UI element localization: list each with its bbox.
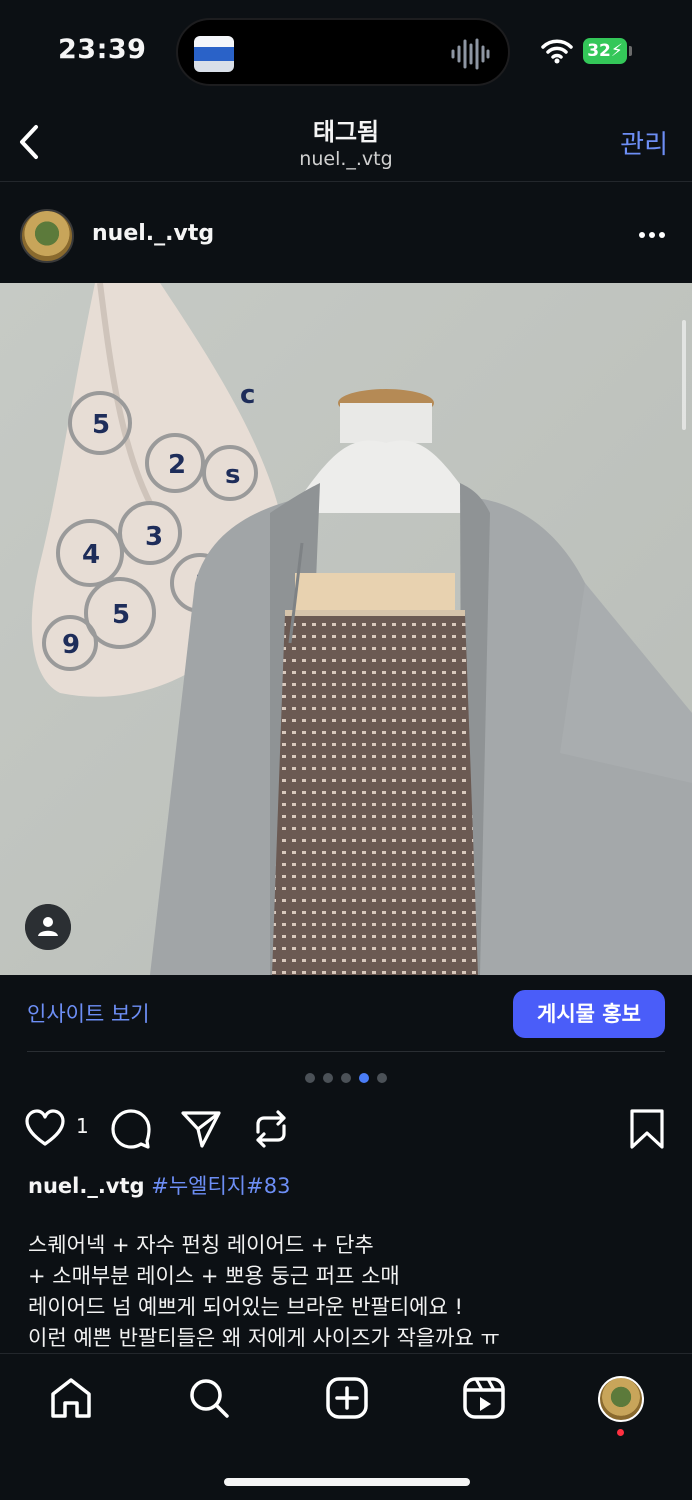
top-header: 태그됨 nuel._.vtg 관리	[0, 100, 692, 182]
status-bar: 23:39 32⚡	[0, 0, 692, 100]
svg-text:c: c	[240, 380, 255, 410]
dynamic-island[interactable]	[176, 18, 510, 86]
caption-line-4: 이런 예쁜 반팔티들은 왜 저에게 사이즈가 작을까요 ㅠ	[28, 1326, 500, 1350]
divider	[27, 1051, 665, 1052]
avatar[interactable]	[20, 209, 74, 263]
bookmark-icon[interactable]	[626, 1108, 668, 1150]
create-icon[interactable]	[325, 1376, 369, 1420]
svg-text:s: s	[225, 460, 240, 490]
promote-post-button[interactable]: 게시물 홍보	[513, 990, 665, 1038]
svg-text:4: 4	[82, 540, 100, 570]
heart-icon[interactable]	[24, 1108, 66, 1150]
carousel-dot	[323, 1073, 333, 1083]
view-insights-link[interactable]: 인사이트 보기	[27, 998, 150, 1028]
reels-icon[interactable]	[462, 1376, 506, 1420]
repost-icon[interactable]	[250, 1108, 292, 1150]
svg-text:9: 9	[62, 630, 80, 660]
post-actions: 1	[0, 1100, 692, 1160]
status-time: 23:39	[58, 34, 147, 65]
caption-line-1: 스퀘어넥 + 자수 펀칭 레이어드 + 단추	[28, 1233, 374, 1257]
svg-text:2: 2	[168, 450, 186, 480]
bottom-nav	[0, 1353, 692, 1500]
battery-level: 32	[587, 41, 611, 61]
audio-waveform-icon	[451, 38, 490, 70]
photo-illustration: 52s 435 29c	[0, 283, 692, 975]
carousel-dot	[341, 1073, 351, 1083]
page-title: 태그됨	[312, 118, 380, 146]
comment-icon[interactable]	[110, 1108, 152, 1150]
post-username[interactable]: nuel._.vtg	[92, 221, 214, 246]
notification-dot	[617, 1429, 624, 1436]
scroll-indicator	[682, 320, 686, 430]
carousel-dot	[359, 1073, 369, 1083]
person-tag-icon[interactable]	[25, 904, 71, 950]
page-subtitle: nuel._.vtg	[299, 148, 393, 170]
send-icon[interactable]	[180, 1108, 222, 1150]
battery-tip	[629, 46, 632, 56]
more-dots-icon[interactable]	[638, 231, 666, 239]
carousel-dot	[377, 1073, 387, 1083]
home-indicator	[224, 1478, 470, 1486]
manage-button[interactable]: 관리	[620, 124, 668, 161]
battery-indicator: 32⚡	[583, 38, 627, 64]
caption-line-3: 레이어드 넘 예쁘게 되어있는 브라운 반팔티에요 !	[28, 1295, 463, 1319]
wifi-icon	[541, 39, 573, 64]
search-icon[interactable]	[187, 1376, 231, 1420]
carousel-dot	[305, 1073, 315, 1083]
profile-avatar[interactable]	[598, 1376, 644, 1422]
caption-username[interactable]: nuel._.vtg	[28, 1174, 145, 1198]
post-photo[interactable]: 52s 435 29c	[0, 283, 692, 975]
post-header: nuel._.vtg	[0, 183, 692, 283]
svg-text:3: 3	[145, 522, 163, 552]
like-count[interactable]: 1	[76, 1114, 89, 1138]
caption-line-2: + 소매부분 레이스 + 뽀용 둥근 퍼프 소매	[28, 1264, 400, 1288]
carousel-dots	[0, 1073, 692, 1083]
caption-hashtags[interactable]: #누엘티지#83	[151, 1174, 290, 1198]
caption-text: 스퀘어넥 + 자수 펀칭 레이어드 + 단추 + 소매부분 레이스 + 뽀용 둥…	[28, 1230, 500, 1354]
home-icon[interactable]	[49, 1376, 93, 1420]
svg-text:5: 5	[92, 410, 110, 440]
caption-header: nuel._.vtg #누엘티지#83	[28, 1170, 290, 1200]
svg-text:5: 5	[112, 600, 130, 630]
media-thumbnail	[194, 36, 234, 72]
